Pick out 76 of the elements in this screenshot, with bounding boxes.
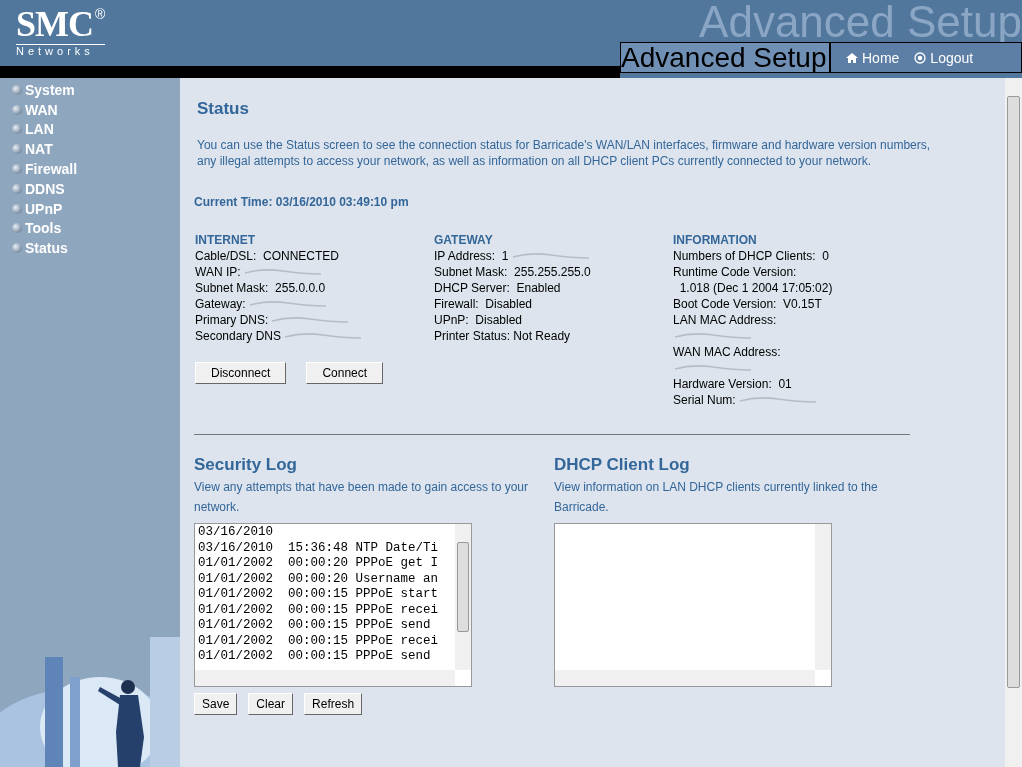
bullet-icon bbox=[12, 203, 22, 214]
header-link[interactable]: Home bbox=[845, 49, 900, 66]
section-heading: Status bbox=[197, 99, 250, 119]
status-text: Subnet Mask: 255.0.0.0 bbox=[195, 281, 326, 295]
nav-link[interactable]: WAN bbox=[0, 99, 58, 120]
status-text: Printer Status: Not Ready bbox=[434, 329, 571, 343]
log-entry: 01/01/2002 00:00:15 PPPoE start bbox=[198, 587, 440, 603]
log-box[interactable] bbox=[194, 523, 472, 687]
bullet-icon bbox=[12, 104, 22, 115]
status-text: UPnP: Disabled bbox=[434, 313, 523, 327]
log-entry: 01/01/2002 00:00:15 PPPoE recei bbox=[198, 602, 440, 618]
status-text: WAN MAC Address: bbox=[673, 345, 781, 359]
status-text: Serial Num: bbox=[673, 393, 736, 407]
status-text: Cable/DSL: CONNECTED bbox=[195, 249, 340, 263]
bullet-icon bbox=[12, 124, 22, 135]
nav-link[interactable]: DDNS bbox=[0, 179, 65, 199]
status-text: IP Address: 1 bbox=[434, 249, 509, 263]
nav-link[interactable]: NAT bbox=[0, 139, 53, 160]
registered-mark: ® bbox=[95, 6, 106, 22]
log-entry: 01/01/2002 00:00:15 PPPoE send bbox=[198, 649, 432, 665]
status-text: Secondary DNS bbox=[195, 329, 282, 343]
bullet-icon bbox=[12, 223, 22, 234]
log-entry: 01/01/2002 00:00:20 Username an bbox=[198, 571, 440, 587]
nav-link[interactable]: Tools bbox=[0, 218, 62, 239]
nav-link[interactable]: LAN bbox=[0, 119, 54, 140]
status-text: Primary DNS: bbox=[195, 313, 269, 327]
status-text: DHCP Server: Enabled bbox=[434, 281, 561, 295]
status-text: 1.018 (Dec 1 2004 17:05:02) bbox=[678, 281, 833, 295]
log-description: View any attempts that have been made to gain access to your network. bbox=[194, 479, 529, 516]
nav-link[interactable]: Firewall bbox=[0, 159, 78, 179]
status-text: Hardware Version: 01 bbox=[673, 377, 792, 391]
log-entry: 01/01/2002 00:00:15 PPPoE recei bbox=[198, 633, 440, 649]
status-text: Firewall: Disabled bbox=[434, 297, 533, 311]
status-text: Subnet Mask: 255.255.255.0 bbox=[434, 265, 591, 279]
action-button[interactable]: Clear bbox=[248, 693, 294, 715]
status-text: LAN MAC Address: bbox=[673, 313, 777, 327]
logo-subtitle: Networks bbox=[16, 44, 106, 57]
status-text: Gateway: bbox=[195, 297, 246, 311]
status-text: WAN IP: bbox=[195, 265, 241, 279]
log-entry: 03/16/2010 bbox=[198, 525, 274, 541]
nav-link[interactable]: System bbox=[0, 80, 75, 100]
log-description: View information on LAN DHCP clients currently linked to the Barricade. bbox=[554, 479, 879, 516]
column-heading: INTERNET bbox=[195, 232, 256, 248]
bullet-icon bbox=[12, 144, 22, 155]
action-button[interactable]: Refresh bbox=[304, 693, 363, 715]
current-time: Current Time: 03/16/2010 03:49:10 pm bbox=[194, 195, 410, 209]
action-button[interactable]: Connect bbox=[306, 362, 384, 384]
status-text: Runtime Code Version: bbox=[673, 265, 797, 279]
logo-text: SMC bbox=[16, 6, 93, 42]
log-entry: 01/01/2002 00:00:20 PPPoE get I bbox=[198, 556, 440, 572]
column-heading: GATEWAY bbox=[434, 232, 494, 248]
log-heading: Security Log bbox=[194, 455, 298, 475]
page-scrollbar[interactable] bbox=[1005, 78, 1022, 767]
nav-link[interactable]: Status bbox=[0, 238, 68, 259]
log-entry: 03/16/2010 15:36:48 NTP Date/Ti bbox=[198, 540, 440, 556]
bullet-icon bbox=[12, 84, 22, 95]
intro-text: You can use the Status screen to see the connection status for Barricade's WAN/LAN interfaces, firmware and hardware version numbers, any illegal attempts to access your network, as well as information on all DHCP client PCs currently connected to your network. bbox=[197, 137, 932, 169]
status-text: Boot Code Version: V0.15T bbox=[673, 297, 822, 311]
log-entry: 01/01/2002 00:00:15 PPPoE send bbox=[198, 618, 432, 634]
horizontal-scrollbar[interactable] bbox=[555, 670, 815, 686]
horizontal-scrollbar[interactable] bbox=[195, 670, 455, 686]
vertical-scrollbar[interactable] bbox=[815, 524, 831, 670]
status-text: Numbers of DHCP Clients: 0 bbox=[673, 249, 829, 263]
header-link[interactable]: Logout bbox=[913, 49, 974, 66]
page-title: Advanced Setup bbox=[620, 42, 830, 73]
bullet-icon bbox=[12, 164, 22, 175]
house-icon bbox=[845, 51, 859, 64]
circle-icon bbox=[913, 51, 928, 64]
action-button[interactable]: Save bbox=[194, 693, 238, 715]
log-heading: DHCP Client Log bbox=[554, 455, 691, 475]
bullet-icon bbox=[12, 183, 22, 194]
nav-link[interactable]: UPnP bbox=[0, 198, 63, 219]
column-heading: INFORMATION bbox=[673, 232, 758, 248]
action-button[interactable]: Disconnect bbox=[195, 362, 287, 384]
bullet-icon bbox=[12, 243, 22, 254]
vertical-scrollbar[interactable] bbox=[455, 524, 471, 670]
